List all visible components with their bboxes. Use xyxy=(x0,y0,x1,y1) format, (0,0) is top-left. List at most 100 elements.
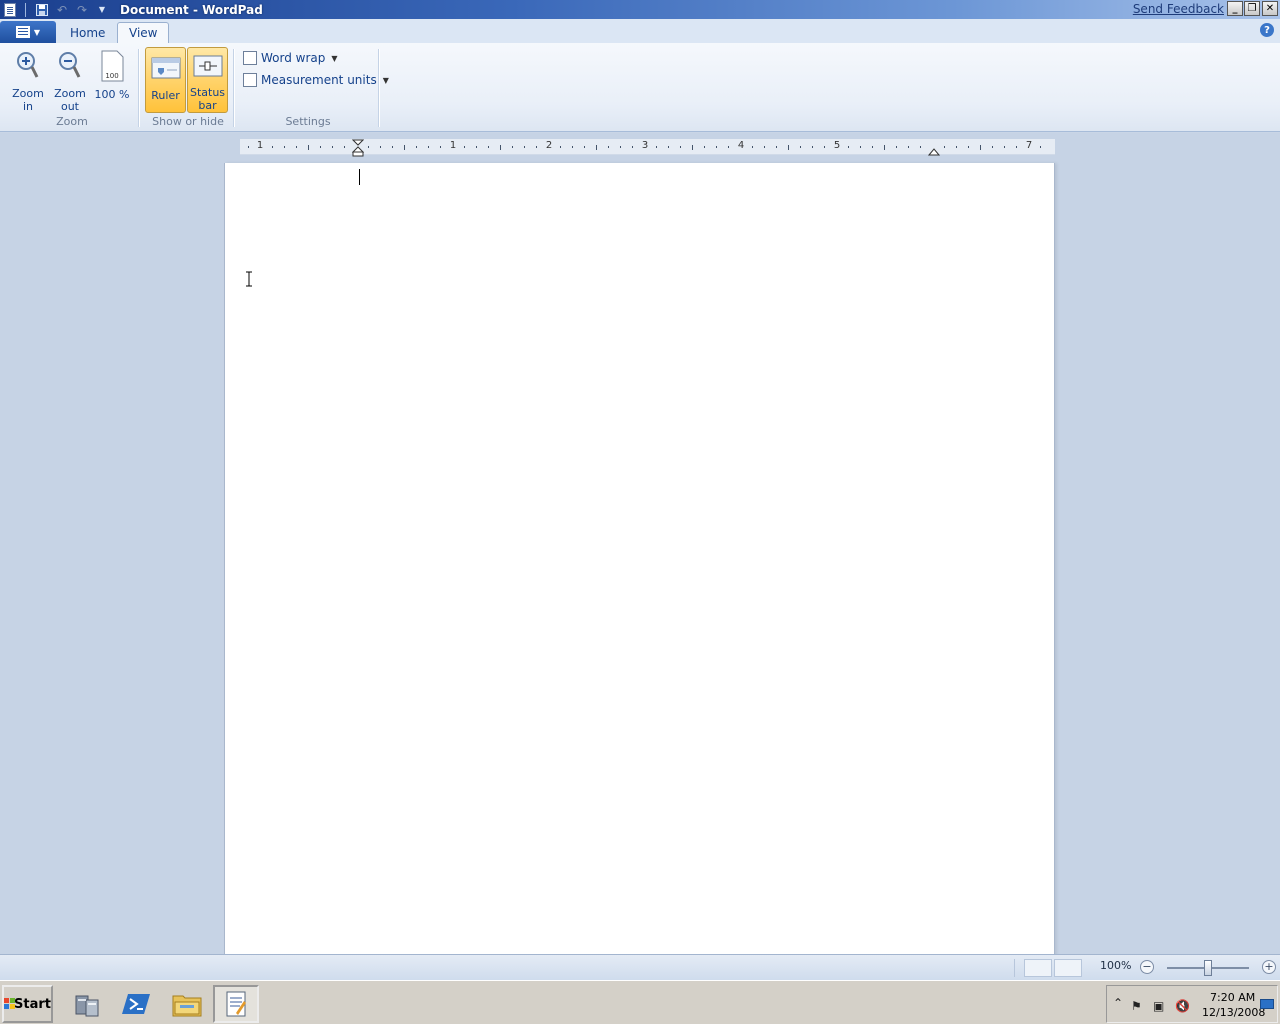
measurement-units-button[interactable]: Measurement units ▼ xyxy=(243,70,389,90)
group-separator xyxy=(378,49,379,127)
ruler-tick xyxy=(980,145,981,150)
ruler-tick xyxy=(860,146,861,148)
view-button[interactable] xyxy=(1024,959,1052,977)
zoom-out-label: Zoom out xyxy=(54,87,86,113)
zoom-percent: 100% xyxy=(1100,959,1132,972)
powershell-taskbar-icon[interactable] xyxy=(114,985,160,1023)
clock-time[interactable]: 7:20 AM xyxy=(1210,991,1255,1004)
show-desktop-icon[interactable] xyxy=(1260,999,1274,1009)
ruler-label: Ruler xyxy=(151,89,180,102)
undo-icon[interactable]: ↶ xyxy=(52,2,72,18)
show-hidden-icons-icon[interactable]: ⌃ xyxy=(1113,996,1123,1010)
help-icon[interactable]: ? xyxy=(1260,23,1274,37)
application-menu-button[interactable]: ▼ xyxy=(0,21,56,43)
ruler-tick xyxy=(416,146,417,148)
send-feedback-link[interactable]: Send Feedback xyxy=(1133,2,1224,16)
ruler-toggle-button[interactable]: Ruler xyxy=(145,47,186,113)
explorer-taskbar-icon[interactable] xyxy=(164,985,210,1023)
word-wrap-label: Word wrap xyxy=(261,51,326,65)
document-workspace: 1 1 2 3 4 5 7 xyxy=(0,133,1280,963)
zoom-in-button[interactable]: Zoom in xyxy=(8,47,48,113)
status-bar-label: Status bar xyxy=(189,86,226,112)
ruler-tick xyxy=(296,146,297,148)
chevron-down-icon: ▼ xyxy=(382,75,389,85)
minimize-button[interactable]: _ xyxy=(1227,1,1243,16)
taskbar: Start ⌃ ⚑ ▣ 🔇 7:20 AM 12/13/2008 xyxy=(0,980,1280,1024)
chevron-down-icon: ▼ xyxy=(33,27,41,37)
ruler-tick xyxy=(704,146,705,148)
ruler-tick xyxy=(272,146,273,148)
zoom-out-button[interactable]: Zoom out xyxy=(50,47,90,113)
ruler-tick xyxy=(752,146,753,148)
right-indent-marker[interactable] xyxy=(928,147,940,156)
ruler-tick xyxy=(1016,146,1017,148)
ruler-tick xyxy=(1004,146,1005,148)
word-wrap-button[interactable]: Word wrap ▼ xyxy=(243,48,338,68)
zoom-slider-thumb[interactable] xyxy=(1204,960,1212,976)
action-center-flag-icon[interactable]: ⚑ xyxy=(1131,999,1142,1013)
wordpad-taskbar-icon[interactable] xyxy=(213,985,259,1023)
zoom-in-small-icon[interactable]: + xyxy=(1262,960,1276,974)
status-bar: 100% − + xyxy=(0,954,1280,980)
ruler-tick xyxy=(380,146,381,148)
ruler[interactable]: 1 1 2 3 4 5 7 xyxy=(240,139,1055,157)
zoom-in-label: Zoom in xyxy=(12,87,44,113)
left-indent-marker[interactable] xyxy=(352,139,364,157)
ruler-tick xyxy=(572,146,573,148)
ruler-tick xyxy=(656,146,657,148)
tab-home[interactable]: Home xyxy=(59,22,116,43)
title-bar: ↶ ↷ ▼ Document - WordPad Send Feedback _… xyxy=(0,0,1280,19)
volume-muted-icon[interactable]: 🔇 xyxy=(1175,999,1190,1013)
ruler-tick xyxy=(896,146,897,148)
ruler-tick xyxy=(788,145,789,150)
ruler-tick xyxy=(956,146,957,148)
windows-logo-icon xyxy=(4,998,15,1010)
ruler-tick xyxy=(812,146,813,148)
group-separator xyxy=(138,49,139,127)
ruler-tick xyxy=(608,146,609,148)
ruler-tick xyxy=(596,145,597,150)
window-title: Document - WordPad xyxy=(120,2,263,17)
ruler-number: 4 xyxy=(737,140,745,151)
ruler-tick xyxy=(728,146,729,148)
ruler-icon xyxy=(150,48,182,86)
network-icon[interactable]: ▣ xyxy=(1153,999,1164,1013)
ribbon-tab-row: ▼ Home View ? xyxy=(0,19,1280,43)
status-divider xyxy=(1014,959,1024,977)
redo-icon[interactable]: ↷ xyxy=(72,2,92,18)
view-button[interactable] xyxy=(1054,959,1082,977)
zoom-100-button[interactable]: 100 100 % xyxy=(92,47,132,113)
ruler-tick xyxy=(764,146,765,148)
ruler-tick xyxy=(392,146,393,148)
customize-quick-access-icon[interactable]: ▼ xyxy=(92,2,112,18)
ruler-number: 2 xyxy=(545,140,553,151)
save-icon[interactable] xyxy=(32,2,52,18)
wordpad-app-icon[interactable] xyxy=(3,2,17,17)
server-manager-taskbar-icon[interactable] xyxy=(64,985,110,1023)
start-button[interactable]: Start xyxy=(2,985,53,1023)
ruler-tick xyxy=(428,146,429,148)
ruler-tick xyxy=(560,146,561,148)
ibeam-cursor-icon xyxy=(246,271,252,287)
ruler-number: 1 xyxy=(449,140,457,151)
ruler-tick xyxy=(632,146,633,148)
text-caret xyxy=(359,169,360,185)
restore-button[interactable]: ❐ xyxy=(1244,1,1260,16)
ruler-tick xyxy=(248,146,249,148)
ruler-tick xyxy=(512,146,513,148)
ruler-tick xyxy=(908,146,909,148)
document-page[interactable] xyxy=(224,163,1055,963)
group-separator xyxy=(233,49,234,127)
ruler-tick xyxy=(320,146,321,148)
document-icon xyxy=(15,26,30,38)
ruler-tick xyxy=(308,145,309,150)
page-100-icon: 100 xyxy=(96,47,128,85)
ruler-tick xyxy=(776,146,777,148)
tab-view[interactable]: View xyxy=(117,22,170,43)
clock-date[interactable]: 12/13/2008 xyxy=(1202,1006,1265,1019)
status-bar-toggle-button[interactable]: Status bar xyxy=(187,47,228,113)
zoom-out-small-icon[interactable]: − xyxy=(1140,960,1154,974)
close-button[interactable]: ✕ xyxy=(1262,1,1278,16)
start-label: Start xyxy=(14,996,51,1012)
ribbon-view: Zoom in Zoom out 100 100 % Zoom Ruler St… xyxy=(0,43,1280,132)
